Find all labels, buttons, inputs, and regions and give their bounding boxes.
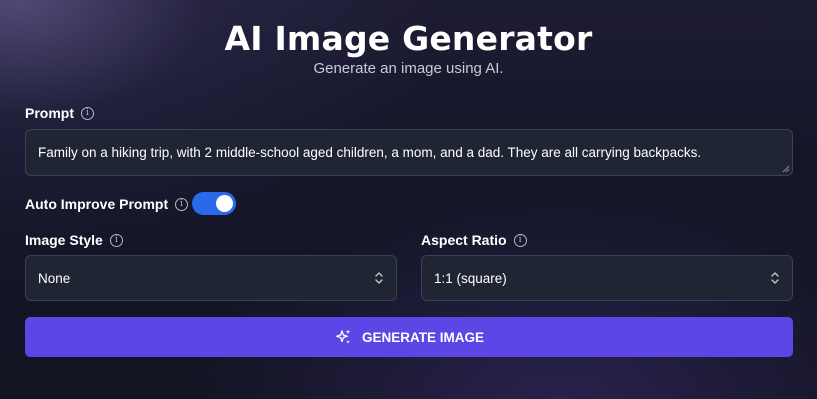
prompt-text: Family on a hiking trip, with 2 middle-s… (38, 145, 702, 160)
generate-button-label: GENERATE IMAGE (361, 329, 484, 345)
aspect-ratio-label-row: Aspect Ratio i (421, 231, 527, 249)
auto-improve-label-row: Auto Improve Prompt i (25, 195, 189, 213)
resize-handle-icon[interactable] (782, 165, 790, 173)
image-generator-panel: AI Image Generator Generate an image usi… (0, 0, 817, 399)
aspect-ratio-value: 1:1 (square) (434, 270, 507, 286)
toggle-knob (216, 195, 233, 212)
generate-image-button[interactable]: GENERATE IMAGE (25, 317, 793, 357)
image-style-select[interactable]: None (25, 255, 397, 301)
prompt-label: Prompt (25, 105, 74, 121)
page-subtitle: Generate an image using AI. (313, 60, 504, 77)
image-style-value: None (38, 270, 71, 286)
info-icon[interactable]: i (175, 197, 189, 211)
aspect-ratio-label: Aspect Ratio (421, 232, 507, 248)
prompt-label-row: Prompt i (25, 104, 94, 122)
auto-improve-toggle[interactable] (192, 192, 236, 215)
info-icon[interactable]: i (513, 233, 527, 247)
auto-improve-label: Auto Improve Prompt (25, 196, 169, 212)
page-title: AI Image Generator (224, 19, 593, 58)
info-icon[interactable]: i (109, 233, 123, 247)
aspect-ratio-select[interactable]: 1:1 (square) (421, 255, 793, 301)
chevron-up-down-icon (771, 272, 779, 284)
prompt-textarea[interactable]: Family on a hiking trip, with 2 middle-s… (25, 129, 793, 176)
info-icon[interactable]: i (81, 106, 94, 120)
image-style-label-row: Image Style i (25, 231, 123, 249)
image-style-label: Image Style (25, 232, 103, 248)
sparkles-icon (336, 329, 351, 344)
chevron-up-down-icon (375, 272, 383, 284)
